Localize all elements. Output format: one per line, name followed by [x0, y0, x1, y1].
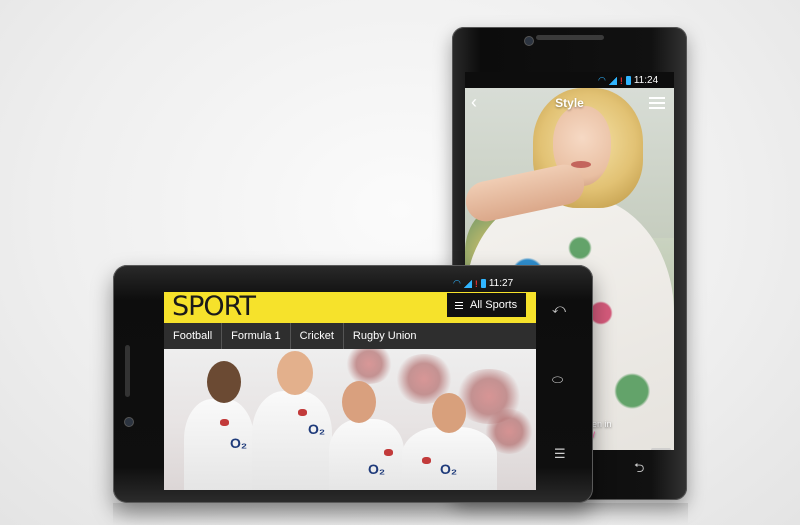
battery-icon [625, 76, 631, 85]
alert-icon: ! [619, 75, 623, 86]
tab-football[interactable]: Football [164, 323, 223, 349]
tab-rugby-union[interactable]: Rugby Union [344, 323, 426, 349]
status-time: 11:24 [633, 75, 659, 86]
all-sports-button[interactable]: All Sports [447, 293, 526, 317]
sport-app-screen: SPORT All Sports Football Formula 1 Cric… [164, 292, 536, 490]
hamburger-menu-icon [455, 301, 463, 309]
alert-icon: ! [474, 278, 478, 289]
battery-icon [480, 279, 486, 288]
plus-icon[interactable]: + [651, 448, 671, 450]
status-time: 11:27 [488, 278, 514, 289]
signal-icon [463, 279, 472, 288]
hero-image-rugby-players[interactable]: O₂ O₂ O₂ O₂ [164, 349, 536, 490]
sport-tabs: Football Formula 1 Cricket Rugby Union [164, 323, 536, 349]
article-header: ‹ Style [465, 88, 674, 120]
sport-logo: SPORT [172, 292, 256, 322]
status-bar: ◠ ! 11:27 [453, 278, 513, 289]
front-camera [124, 417, 134, 427]
hamburger-menu-icon[interactable] [649, 97, 665, 109]
wifi-icon: ◠ [598, 75, 606, 85]
tab-cricket[interactable]: Cricket [291, 323, 344, 349]
surface-reflection [113, 503, 688, 525]
status-bar: ◠ ! 11:24 [598, 75, 658, 86]
screen-title: Style [555, 96, 584, 110]
all-sports-label: All Sports [470, 299, 518, 311]
sport-header: SPORT All Sports [164, 292, 536, 323]
front-camera [524, 36, 534, 46]
earpiece-speaker [536, 35, 604, 40]
nav-home-icon[interactable]: ⬭ [552, 372, 563, 388]
signal-icon [608, 76, 617, 85]
wifi-icon: ◠ [453, 278, 461, 288]
front-phone: ◠ ! 11:27 SPORT All Sports Football Form… [113, 265, 593, 503]
tab-formula-1[interactable]: Formula 1 [222, 323, 291, 349]
earpiece-speaker [125, 345, 130, 397]
nav-back-icon[interactable]: ⮌ [634, 459, 644, 481]
nav-back-icon[interactable]: ⤺ [552, 301, 566, 317]
nav-recent-icon[interactable]: ☰ [554, 446, 566, 462]
